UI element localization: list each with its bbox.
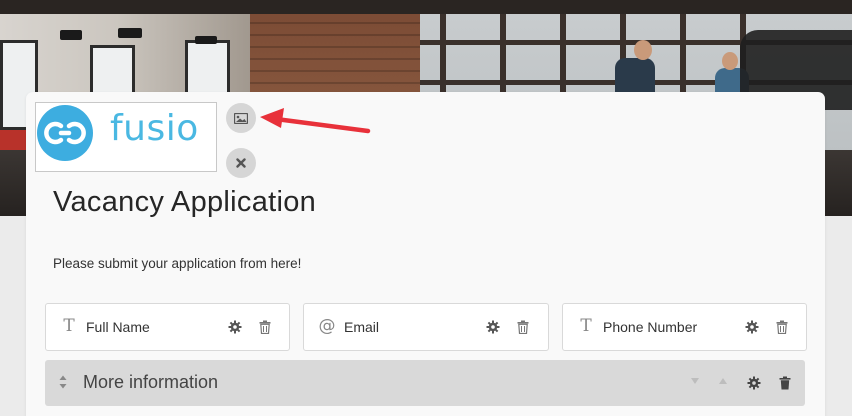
field-label: Full Name: [86, 319, 150, 335]
trash-icon[interactable]: [776, 320, 788, 334]
gear-icon[interactable]: [745, 320, 759, 334]
gear-icon[interactable]: [747, 376, 761, 390]
field-label: Phone Number: [603, 319, 698, 335]
field-phone-number[interactable]: T Phone Number: [562, 303, 807, 351]
logo-container[interactable]: fusio: [35, 102, 217, 172]
close-icon: [236, 158, 246, 168]
image-icon: [234, 112, 248, 124]
field-email[interactable]: @ Email: [303, 303, 549, 351]
form-description[interactable]: Please submit your application from here…: [53, 256, 301, 271]
field-full-name[interactable]: T Full Name: [45, 303, 290, 351]
gear-icon[interactable]: [486, 320, 500, 334]
text-type-icon: T: [63, 316, 75, 336]
gear-icon[interactable]: [228, 320, 242, 334]
remove-logo-button[interactable]: [226, 148, 256, 178]
text-type-icon: T: [580, 316, 592, 336]
trash-icon[interactable]: [517, 320, 529, 334]
field-label: Email: [344, 319, 380, 335]
section-more-information[interactable]: More information: [45, 360, 805, 406]
logo-mark: [37, 105, 93, 161]
form-title[interactable]: Vacancy Application: [53, 186, 316, 219]
change-image-button[interactable]: [226, 103, 256, 133]
sort-handle-icon[interactable]: [59, 375, 67, 389]
annotation-arrow: [260, 108, 371, 134]
trash-icon[interactable]: [259, 320, 271, 334]
at-sign-icon: @: [318, 316, 336, 336]
move-down-icon[interactable]: [690, 377, 700, 385]
trash-icon[interactable]: [779, 376, 791, 390]
move-up-icon[interactable]: [718, 377, 728, 385]
link-icon: [44, 121, 86, 145]
section-label: More information: [83, 372, 219, 392]
logo-wordmark: fusio: [110, 108, 199, 149]
